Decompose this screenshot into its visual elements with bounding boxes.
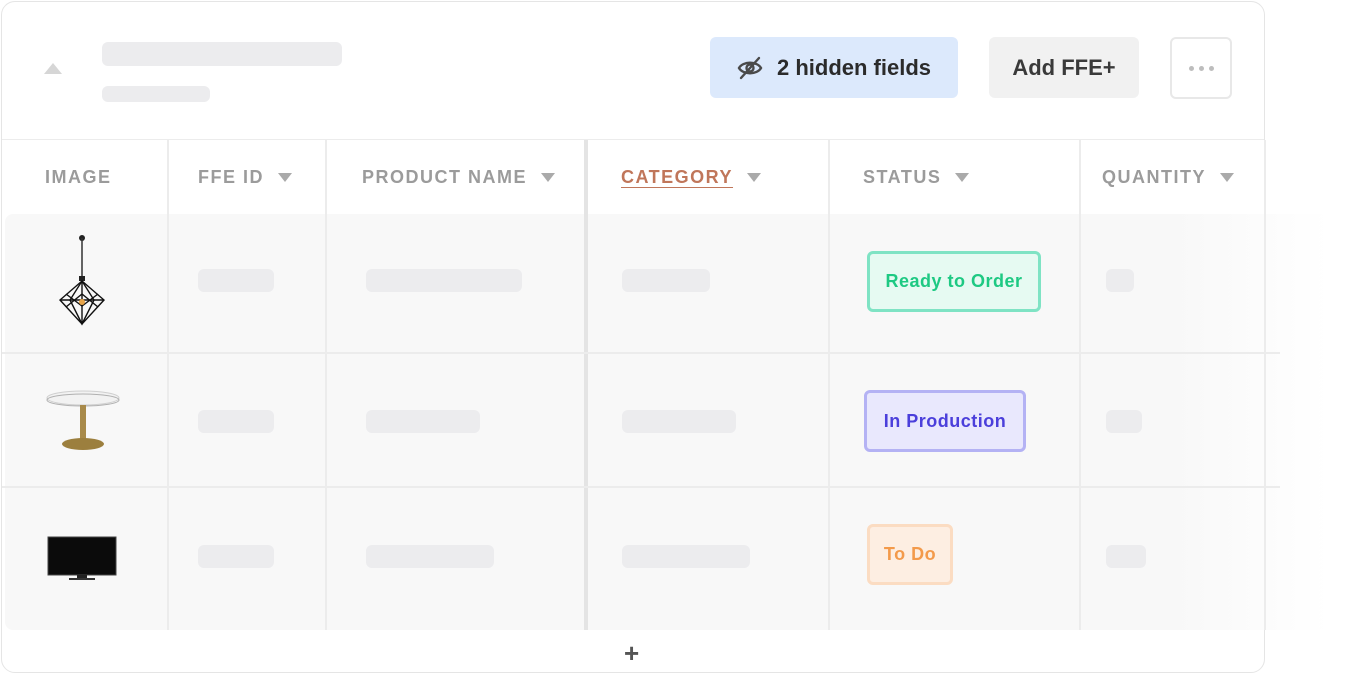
status-label: In Production [883, 410, 1007, 431]
column-header-product-name[interactable]: PRODUCT NAME [362, 140, 555, 214]
status-badge[interactable]: To Do [867, 524, 953, 585]
hidden-fields-button[interactable]: 2 hidden fields [710, 37, 958, 98]
ffe-id-placeholder [198, 545, 274, 568]
product-name-placeholder [366, 410, 480, 433]
more-dot-icon [1208, 65, 1214, 71]
status-label: Ready to Order [885, 271, 1023, 291]
status-badge[interactable]: Ready to Order [867, 251, 1041, 312]
category-placeholder [622, 410, 736, 433]
column-divider[interactable] [584, 140, 588, 630]
title-placeholder [102, 42, 342, 66]
eye-slash-icon [737, 56, 763, 79]
column-divider [1264, 140, 1266, 630]
column-header-status[interactable]: STATUS [863, 140, 970, 214]
quantity-placeholder [1106, 269, 1134, 292]
column-header-label: STATUS [863, 166, 942, 187]
column-divider [325, 140, 327, 630]
television-image [47, 536, 117, 580]
column-header-label: QUANTITY [1102, 166, 1206, 187]
sort-dropdown-icon[interactable] [1220, 172, 1234, 182]
quantity-placeholder [1106, 545, 1146, 568]
row-divider [2, 486, 1280, 488]
column-divider [828, 140, 830, 630]
quantity-placeholder [1106, 410, 1142, 433]
more-dot-icon [1198, 65, 1204, 71]
column-header-label: IMAGE [45, 166, 112, 187]
sort-dropdown-icon[interactable] [747, 172, 762, 182]
more-dot-icon [1188, 65, 1194, 71]
column-header-image: IMAGE [45, 140, 112, 214]
add-ffe-button[interactable]: Add FFE+ [989, 37, 1139, 98]
column-header-label: PRODUCT NAME [362, 166, 527, 187]
pendant-lamp-image [58, 235, 106, 326]
column-header-category[interactable]: CATEGORY [621, 140, 762, 214]
subtitle-placeholder [102, 86, 210, 102]
column-header-quantity[interactable]: QUANTITY [1102, 140, 1234, 214]
product-name-placeholder [366, 269, 522, 292]
column-divider [167, 140, 169, 630]
round-table-image [46, 390, 120, 450]
sort-dropdown-icon[interactable] [541, 172, 555, 182]
category-placeholder [622, 545, 750, 568]
status-label: To Do [883, 544, 937, 564]
ffe-id-placeholder [198, 410, 274, 433]
product-name-placeholder [366, 545, 494, 568]
column-header-label: CATEGORY [621, 166, 734, 187]
column-header-label: FFE ID [198, 166, 264, 187]
add-ffe-label: Add FFE+ [1012, 54, 1116, 80]
category-placeholder [622, 269, 710, 292]
row-divider [2, 352, 1280, 354]
hidden-fields-label: 2 hidden fields [776, 54, 932, 80]
table-toolbar: 2 hidden fields Add FFE+ [2, 2, 1264, 140]
table-header: IMAGE FFE ID PRODUCT NAME CATEGORY STATU… [2, 140, 1266, 214]
ffe-id-placeholder [198, 269, 274, 292]
more-options-button[interactable] [1170, 37, 1232, 99]
column-divider [1079, 140, 1081, 630]
collapse-arrow-icon[interactable] [44, 63, 62, 74]
column-header-ffe-id[interactable]: FFE ID [198, 140, 292, 214]
add-row-button[interactable]: + [624, 638, 639, 669]
sort-dropdown-icon[interactable] [278, 172, 292, 182]
sort-dropdown-icon[interactable] [955, 172, 970, 182]
status-badge[interactable]: In Production [864, 390, 1026, 452]
ffe-table-card: 2 hidden fields Add FFE+ IMAGE FFE ID PR… [1, 1, 1330, 673]
